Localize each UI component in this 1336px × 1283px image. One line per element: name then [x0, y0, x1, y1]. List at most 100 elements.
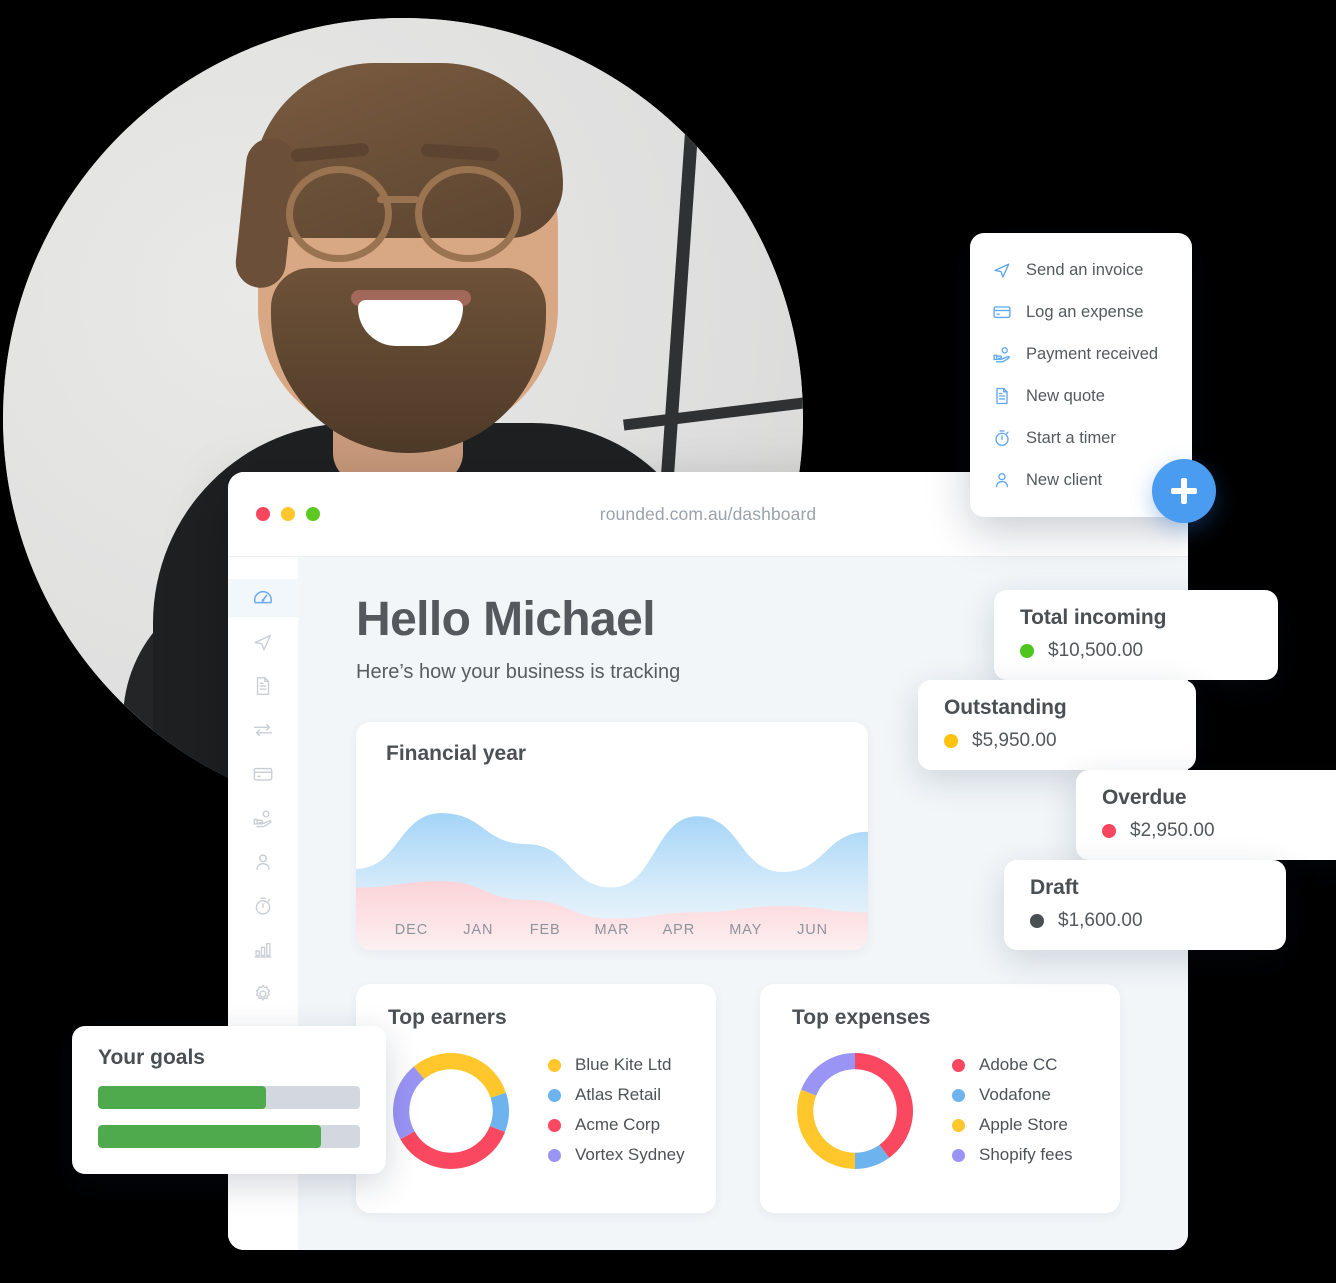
legend-label: Vortex Sydney [575, 1145, 685, 1165]
quick-action-log-expense[interactable]: Log an expense [970, 291, 1192, 333]
card-icon [228, 755, 298, 793]
legend-color-swatch [548, 1148, 561, 1162]
quick-action-label: Payment received [1026, 344, 1159, 363]
legend-label: Atlas Retail [575, 1085, 661, 1105]
transfer-icon [228, 711, 298, 749]
stat-value-row: $2,950.00 [1102, 820, 1332, 842]
your-goals-card: Your goals [72, 1026, 386, 1174]
stat-amount: $10,500.00 [1048, 640, 1144, 661]
timer-icon [992, 428, 1022, 448]
goal-progress-bar [98, 1125, 360, 1148]
legend-label: Blue Kite Ltd [575, 1055, 672, 1075]
person-icon [228, 843, 298, 881]
legend-color-swatch [548, 1058, 561, 1072]
top-earners-donut [386, 1046, 516, 1176]
quick-action-label: Start a timer [1026, 428, 1116, 447]
legend-color-swatch [952, 1058, 965, 1072]
top-earners-legend: Blue Kite Ltd Atlas Retail Acme Corp Vor… [548, 1050, 685, 1170]
quick-action-new-quote[interactable]: New quote [970, 375, 1192, 417]
top-expenses-legend: Adobe CC Vodafone Apple Store Shopify fe… [952, 1050, 1073, 1170]
sidebar-item-transactions[interactable] [228, 711, 298, 749]
sidebar-item-settings[interactable] [228, 975, 298, 1013]
status-dot [1102, 824, 1116, 838]
sidebar-item-timer[interactable] [228, 887, 298, 925]
financial-year-title: Financial year [386, 742, 527, 766]
legend-item: Vortex Sydney [548, 1140, 685, 1170]
legend-color-swatch [548, 1088, 561, 1102]
send-icon [228, 623, 298, 661]
donut-segment [854, 1144, 890, 1170]
month-label: MAY [729, 922, 763, 939]
stat-card-overdue: Overdue $2,950.00 [1076, 770, 1336, 860]
sidebar-item-clients[interactable] [228, 843, 298, 881]
quick-action-start-timer[interactable]: Start a timer [970, 417, 1192, 459]
goal-progress-fill [98, 1086, 266, 1109]
sidebar-item-quotes[interactable] [228, 667, 298, 705]
legend-item: Blue Kite Ltd [548, 1050, 685, 1080]
legend-label: Acme Corp [575, 1115, 661, 1135]
stat-card-draft: Draft $1,600.00 [1004, 860, 1286, 950]
gear-icon [228, 975, 298, 1013]
legend-item: Apple Store [952, 1110, 1073, 1140]
legend-label: Apple Store [979, 1115, 1068, 1135]
card-icon [992, 302, 1022, 322]
top-earners-title: Top earners [388, 1006, 507, 1030]
send-icon [992, 260, 1022, 280]
donut-segment [801, 1053, 856, 1097]
stat-amount: $2,950.00 [1130, 820, 1215, 841]
close-button[interactable] [256, 507, 270, 521]
quick-action-send-invoice[interactable]: Send an invoice [970, 249, 1192, 291]
stat-title: Overdue [1102, 786, 1187, 809]
document-icon [992, 386, 1022, 406]
legend-color-swatch [952, 1118, 965, 1132]
financial-year-month-labels: DEC JAN FEB MAR APR MAY JUN [356, 922, 868, 938]
sidebar-item-expenses[interactable] [228, 755, 298, 793]
donut-segment [489, 1093, 509, 1133]
month-label: JAN [463, 922, 494, 939]
stat-amount: $5,950.00 [972, 730, 1057, 751]
minimize-button[interactable] [281, 507, 295, 521]
month-label: MAR [594, 922, 630, 939]
legend-label: Vodafone [979, 1085, 1051, 1105]
legend-item: Acme Corp [548, 1110, 685, 1140]
sidebar-item-invoices[interactable] [228, 623, 298, 661]
legend-item: Vodafone [952, 1080, 1073, 1110]
quick-action-label: New quote [1026, 386, 1105, 405]
sidebar-item-payments[interactable] [228, 799, 298, 837]
photo-person-glasses-right [415, 166, 521, 262]
legend-color-swatch [952, 1148, 965, 1162]
stat-value-row: $1,600.00 [1030, 910, 1260, 932]
legend-item: Shopify fees [952, 1140, 1073, 1170]
sidebar-item-dashboard[interactable] [228, 579, 298, 617]
quick-action-label: Log an expense [1026, 302, 1144, 321]
donut-segment [400, 1126, 506, 1170]
donut-segment [797, 1090, 856, 1170]
stat-title: Outstanding [944, 696, 1067, 719]
quick-action-label: New client [1026, 470, 1103, 489]
legend-label: Shopify fees [979, 1145, 1073, 1165]
add-new-button[interactable] [1152, 459, 1216, 523]
timer-icon [228, 887, 298, 925]
hand-coin-icon [992, 344, 1022, 364]
maximize-button[interactable] [306, 507, 320, 521]
legend-item: Atlas Retail [548, 1080, 685, 1110]
status-dot [1030, 914, 1044, 928]
month-label: JUN [797, 922, 829, 939]
stat-amount: $1,600.00 [1058, 910, 1143, 931]
your-goals-title: Your goals [98, 1046, 205, 1069]
donut-segment [393, 1066, 425, 1140]
legend-label: Adobe CC [979, 1055, 1058, 1075]
stat-card-total-incoming: Total incoming $10,500.00 [994, 590, 1278, 680]
hand-coin-icon [228, 799, 298, 837]
goal-progress-bar [98, 1086, 360, 1109]
status-dot [1020, 644, 1034, 658]
stat-card-outstanding: Outstanding $5,950.00 [918, 680, 1196, 770]
stat-value-row: $5,950.00 [944, 730, 1170, 752]
donut-segment [413, 1053, 506, 1099]
photo-person-glasses-left [286, 166, 392, 262]
document-icon [228, 667, 298, 705]
quick-action-payment-received[interactable]: Payment received [970, 333, 1192, 375]
financial-year-card: Financial year DEC JAN FEB MAR APR MAY J… [356, 722, 868, 951]
sidebar-item-reports[interactable] [228, 931, 298, 969]
stat-value-row: $10,500.00 [1020, 640, 1252, 662]
